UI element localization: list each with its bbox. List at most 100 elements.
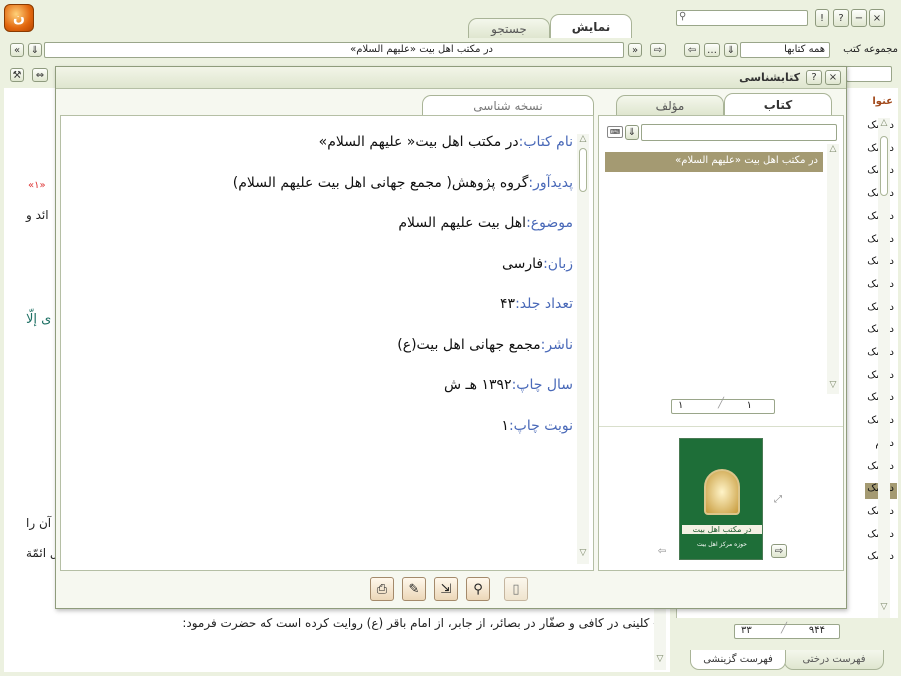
alert-button[interactable]: ! [815,9,829,27]
tab-display[interactable]: نمایش [550,14,632,38]
right-list-scrollbar[interactable]: △ ▽ [878,118,890,618]
dialog-help-button[interactable]: ? [806,70,822,85]
book-list-item-selected[interactable]: در مکتب اهل بیت «علیهم السلام» [605,152,823,172]
tab-author[interactable]: مؤلف [616,95,724,115]
close-button[interactable]: × [869,9,885,27]
info-label: زبان: [543,255,573,272]
tab-selective-index[interactable]: فهرست گزینشی [690,650,786,670]
toolbar-tool-button[interactable]: ⚒ [10,68,24,82]
info-value: ۱ [501,417,509,434]
more-button[interactable]: … [704,43,720,57]
next-cover-button[interactable]: ⇨ [771,544,787,558]
book-pager-total: ۱ [678,400,684,411]
download-button[interactable]: ⇓ [28,43,42,57]
export-button[interactable]: ⇲ [434,577,458,601]
info-label: ناشر: [540,336,573,353]
book-pager[interactable]: ۱ ╱ ۱ [671,398,775,414]
cover-title: در مکتب اهل بیت [682,525,762,534]
right-filter-input[interactable] [846,66,892,82]
wrench-icon: ⚒ [12,69,22,81]
book-panel: ⌨ ⇓ در مکتب اهل بیت «علیهم السلام» △ ▽ ۱… [598,115,844,571]
toolbar-view-button[interactable]: ⇔ [32,68,48,82]
nav-forward-button[interactable]: ⇨ [650,43,666,57]
book-cover-image: در مکتب اهل بیت حوزه مرکز اهل بیت [679,438,763,560]
scroll-up-arrow[interactable]: △ [827,144,839,154]
document-button[interactable]: ▯ [504,577,528,601]
info-row: پدیدآور:گروه پژوهش( مجمع جهانی اهل بیت ع… [233,175,573,191]
scroll-thumb[interactable] [880,136,888,196]
book-search-dropdown[interactable]: ⇓ [625,125,639,140]
pager-current: ۹۴۴ [808,625,825,636]
dialog-close-button[interactable]: × [825,70,841,85]
info-value: گروه پژوهش( مجمع جهانی اهل بیت علیهم الس… [232,174,529,191]
cover-subtitle: حوزه مرکز اهل بیت [696,541,747,548]
scroll-up-arrow[interactable]: △ [878,118,890,128]
address-bar[interactable]: در مکتب اهل بیت «علیهم السلام» [44,42,624,58]
print-icon: ⎙ [376,581,388,597]
divider [599,426,843,427]
info-label: نوبت چاپ: [508,417,573,434]
pager-total: ۳۳ [741,625,752,636]
minimize-button[interactable]: − [851,9,867,27]
nav-back-button[interactable]: ⇦ [684,43,700,57]
scroll-thumb[interactable] [579,148,587,192]
alert-icon: ! [819,12,824,24]
info-row: نوبت چاپ:۱ [501,418,573,434]
collection-label: مجموعه کتب [843,44,898,55]
right-pager[interactable]: ۹۴۴ ╱ ۳۳ [734,623,840,639]
edit-icon: ✎ [408,581,420,597]
nav-forward-far-button[interactable]: » [628,43,642,57]
search-icon: ⚲ [679,11,687,22]
info-row: نام کتاب:در مکتب اهل بیت« علیهم السلام» [319,134,573,150]
collection-select[interactable]: همه کتابها [740,42,830,58]
book-list-scrollbar[interactable]: △ ▽ [827,144,839,394]
scroll-down-arrow[interactable]: ▽ [577,548,589,558]
info-panel: نام کتاب:در مکتب اهل بیت« علیهم السلام» پ… [60,115,594,571]
app-logo-icon[interactable]: ن [4,4,34,32]
info-value: فارسی [501,255,544,272]
book-list-item-label: در مکتب اهل بیت «علیهم السلام» [675,155,818,166]
collection-dropdown-arrow[interactable]: ⇓ [724,43,738,57]
print-button[interactable]: ⎙ [370,577,394,601]
info-scrollbar[interactable]: △ ▽ [577,134,589,564]
body-text-line: ۳- کلینی در کافی و صفّار در بصائر، از جا… [182,616,664,630]
info-value: ۴۳ [500,296,516,312]
info-value: اهل بیت علیهم السلام [398,215,527,231]
book-search-input[interactable] [641,124,837,141]
info-value: ۱۳۹۲ هـ ش [444,377,512,393]
pager-divider: ╱ [781,623,788,634]
tab-bibliography-info[interactable]: نسخه شناسی [422,95,594,115]
zoom-button[interactable]: ⚲ [466,577,490,601]
close-icon: × [872,12,882,24]
help-icon: ? [838,12,844,24]
tab-tree-index[interactable]: فهرست درختی [784,650,884,670]
info-row: سال چاپ:۱۳۹۲ هـ ش [444,377,573,393]
top-search-input[interactable]: ⚲ [676,10,808,26]
scroll-down-arrow[interactable]: ▽ [827,380,839,390]
info-row: ناشر:مجمع جهانی اهل بیت(ع) [397,337,573,353]
info-label: تعداد جلد: [515,296,573,312]
nav-back-far-button[interactable]: « [10,43,24,57]
info-value: در مکتب اهل بیت« علیهم السلام» [318,134,519,150]
document-icon: ▯ [512,581,520,597]
minimize-icon: − [854,12,864,24]
expand-cover-button[interactable]: ⤢ [771,492,785,506]
tab-book[interactable]: کتاب [724,93,832,115]
address-text: در مکتب اهل بیت «علیهم السلام» [350,44,493,55]
help-icon: ? [811,72,817,83]
close-icon: × [828,72,838,83]
keyboard-icon[interactable]: ⌨ [607,126,623,138]
prev-cover-button[interactable]: ⇦ [655,544,669,558]
export-icon: ⇲ [440,581,452,597]
info-value: مجمع جهانی اهل بیت(ع) [397,336,541,353]
pager-divider: ╱ [718,398,725,409]
scroll-up-arrow[interactable]: △ [577,134,589,144]
edit-button[interactable]: ✎ [402,577,426,601]
scroll-down-arrow[interactable]: ▽ [878,602,890,612]
help-button[interactable]: ? [833,9,849,27]
info-label: موضوع: [526,215,573,231]
zoom-icon: ⚲ [473,581,483,597]
scroll-down-arrow[interactable]: ▽ [654,654,666,664]
tab-search[interactable]: جستجو [468,18,550,38]
footnote-marker: «۱» [28,180,46,191]
